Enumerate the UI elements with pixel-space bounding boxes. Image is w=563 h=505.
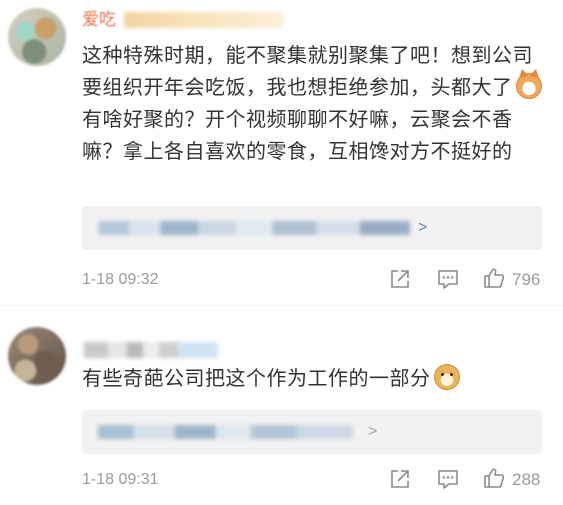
comment-list: 爱吃 这种特殊时期，能不聚集就别聚集了吧！想到公司要组织开年会吃饭，我也想拒绝参… [0, 0, 563, 505]
chevron-right-icon: > [418, 219, 428, 236]
avatar[interactable] [8, 327, 66, 385]
cat-face-emoji-icon [515, 73, 542, 99]
comment-icon[interactable] [437, 268, 459, 290]
comment-text-part: 这种特殊时期，能不聚集就别聚集了吧！想到公司要组织开年会吃饭，我也想拒绝参加，头… [82, 45, 533, 99]
timestamp: 1-18 09:32 [82, 271, 159, 288]
like-count: 796 [512, 270, 541, 289]
username-redacted [124, 12, 284, 28]
username-redacted[interactable] [84, 342, 218, 358]
doge-face-emoji-icon [433, 364, 460, 390]
like-icon[interactable] [483, 467, 505, 489]
comment-text-part: 有些奇葩公司把这个作为工作的一部分 [82, 368, 431, 390]
share-icon[interactable] [389, 268, 411, 290]
comment-icon[interactable] [437, 468, 459, 490]
comment-text: 有些奇葩公司把这个作为工作的一部分 [82, 363, 552, 395]
quoted-reply-link[interactable]: > [82, 206, 542, 250]
chevron-right-icon: > [368, 423, 378, 440]
avatar[interactable] [8, 8, 66, 66]
timestamp: 1-18 09:31 [82, 471, 159, 488]
quoted-text-redacted [98, 425, 353, 439]
comment-item: 爱吃 这种特殊时期，能不聚集就别聚集了吧！想到公司要组织开年会吃饭，我也想拒绝参… [0, 0, 563, 305]
quoted-reply-link[interactable]: > [82, 410, 542, 454]
quoted-text-redacted [98, 221, 410, 235]
like-icon[interactable] [483, 267, 505, 289]
username[interactable]: 爱吃 [82, 8, 124, 32]
share-icon[interactable] [389, 468, 411, 490]
comment-text-part: 有啥好聚的？开个视频聊聊不好嘛，云聚会不香嘛？拿上各自喜欢的零食，互相馋对方不挺… [82, 109, 513, 163]
divider [0, 305, 563, 306]
like-count: 288 [512, 470, 541, 489]
comment-text: 这种特殊时期，能不聚集就别聚集了吧！想到公司要组织开年会吃饭，我也想拒绝参加，头… [82, 40, 552, 168]
